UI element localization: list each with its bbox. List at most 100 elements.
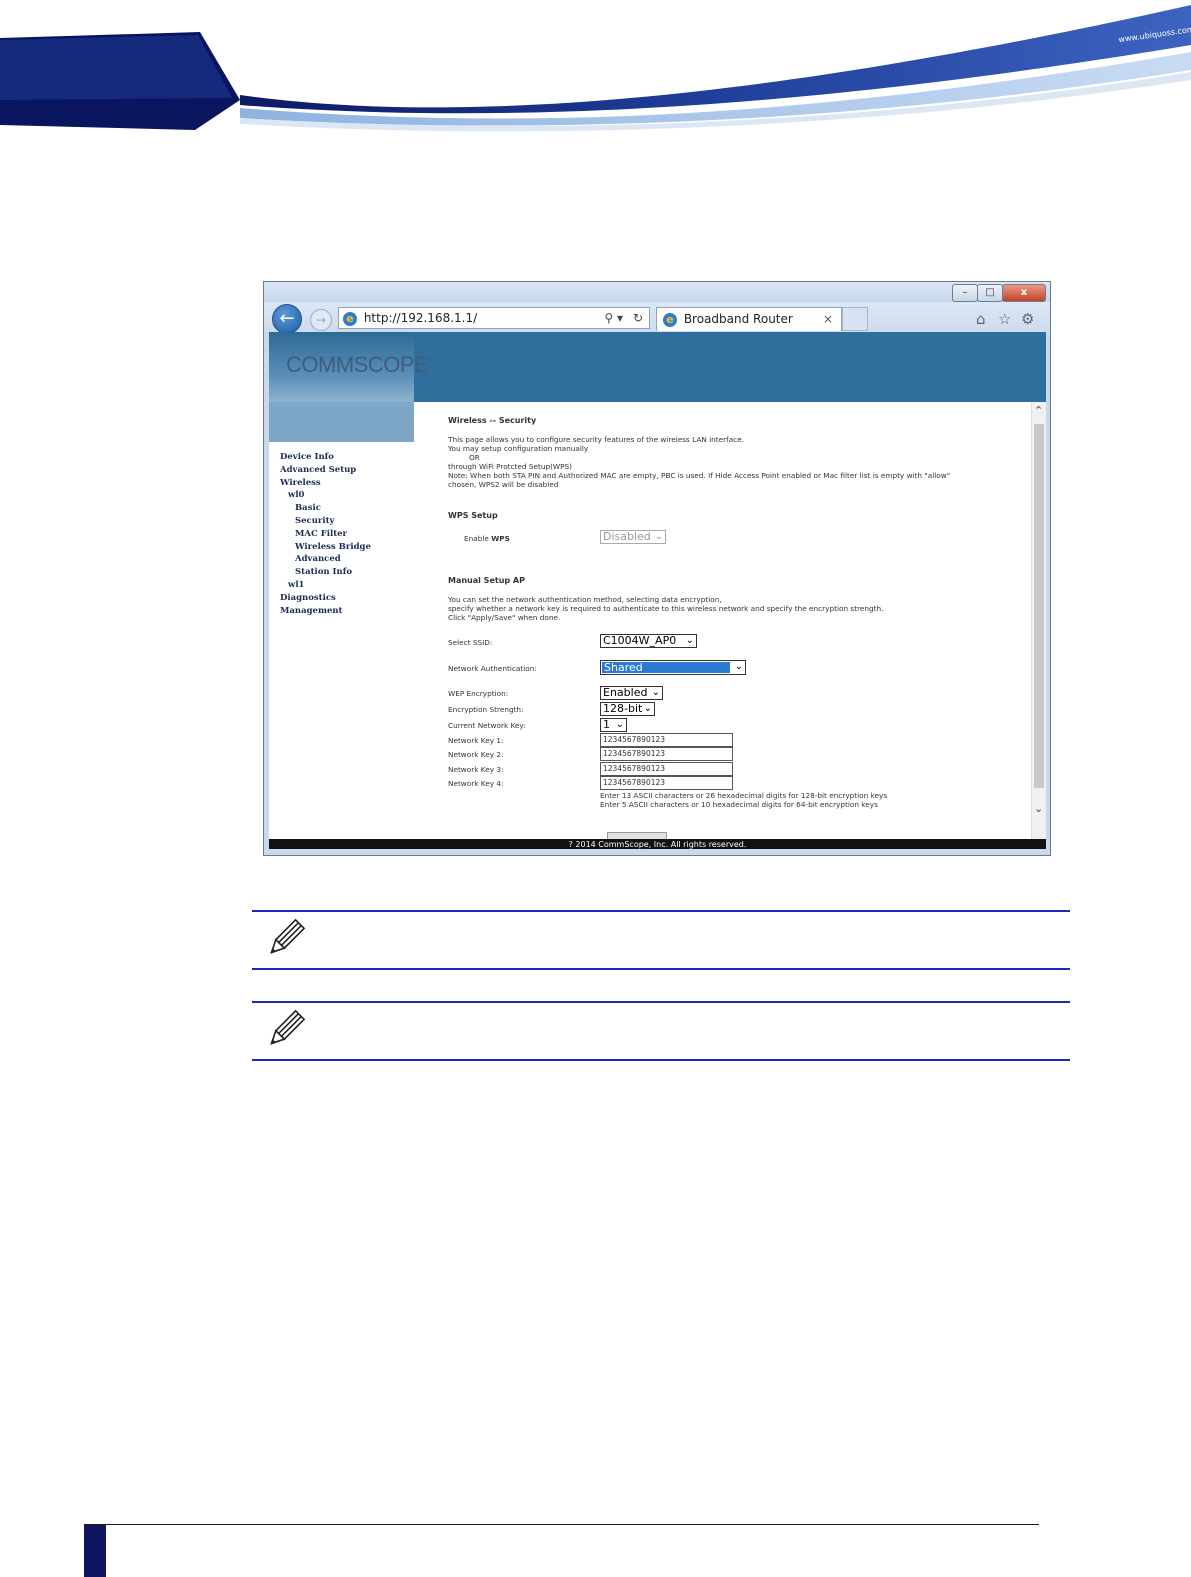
current-key-value: 1 [603, 718, 610, 731]
network-key-1-label: Network Key 1: [448, 736, 504, 745]
chevron-down-icon: ⌄ [734, 661, 743, 672]
chevron-down-icon: ⌄ [685, 635, 694, 646]
pencil-note-icon [270, 918, 306, 954]
network-key-3-input[interactable]: 1234567890123 [600, 762, 733, 776]
nav-wireless[interactable]: Wireless [280, 478, 321, 488]
banner-swoosh-graphic [0, 0, 1191, 132]
current-key-select[interactable]: 1 ⌄ [600, 718, 627, 732]
minimize-button[interactable]: – [952, 284, 978, 302]
refresh-icon[interactable]: ↻ [633, 308, 643, 328]
page-footer-tab [84, 1525, 106, 1577]
nav-diagnostics[interactable]: Diagnostics [280, 593, 336, 603]
note-box [252, 1001, 1070, 1061]
nav-wl1[interactable]: wl1 [288, 580, 304, 590]
network-key-2-input[interactable]: 1234567890123 [600, 747, 733, 761]
encryption-strength-label: Encryption Strength: [448, 705, 524, 714]
nav-device-info[interactable]: Device Info [280, 452, 334, 462]
intro-note: Note: When both STA PIN and Authorized M… [448, 471, 951, 480]
current-key-label: Current Network Key: [448, 721, 526, 730]
logo-superscript: ® [428, 358, 433, 366]
nav-wireless-bridge[interactable]: Wireless Bridge [295, 542, 371, 552]
wps-enable-select[interactable]: Disabled ⌄ [600, 530, 666, 544]
new-tab-button[interactable] [842, 307, 868, 331]
nav-wl0[interactable]: wl0 [288, 490, 304, 500]
ssid-select[interactable]: C1004W_AP0 ⌄ [600, 634, 697, 648]
header-banner: www.ubiquoss.com [0, 0, 1191, 140]
address-bar[interactable]: e http://192.168.1.1/ ⚲ ▾ ↻ [338, 307, 650, 329]
wep-encryption-value: Enabled [603, 686, 648, 699]
network-key-1-input[interactable]: 1234567890123 [600, 733, 733, 747]
network-key-4-input[interactable]: 1234567890123 [600, 776, 733, 790]
page-viewport: COMMSCOPE® Device Info Advanced Setup Wi… [269, 332, 1046, 849]
network-auth-label: Network Authentication: [448, 664, 537, 673]
nav-advanced-setup[interactable]: Advanced Setup [280, 465, 356, 475]
network-key-3-label: Network Key 3: [448, 765, 504, 774]
browser-navbar: ← → e http://192.168.1.1/ ⚲ ▾ ↻ e Broadb… [264, 302, 1050, 334]
enable-wps-label-bold: WPS [491, 534, 510, 543]
tab-close-icon[interactable]: × [823, 308, 833, 330]
search-dropdown-icon[interactable]: ⚲ ▾ [604, 308, 623, 328]
wps-enable-value: Disabled [603, 530, 651, 543]
scrollbar-thumb[interactable] [1034, 424, 1044, 788]
tab-ie-icon: e [663, 312, 677, 327]
forward-arrow-icon[interactable]: → [310, 309, 332, 331]
maximize-button[interactable]: □ [977, 284, 1003, 302]
enable-wps-label-text: Enable [464, 534, 492, 543]
address-url: http://192.168.1.1/ [363, 311, 478, 325]
nav-mac-filter[interactable]: MAC Filter [295, 529, 347, 539]
manual-desc-line: Click "Apply/Save" when done. [448, 613, 561, 622]
key-hint-128: Enter 13 ASCII characters or 26 hexadeci… [600, 791, 888, 800]
encryption-strength-value: 128-bit [603, 702, 643, 715]
network-auth-select[interactable]: Shared ⌄ [600, 660, 746, 675]
intro-line: You may setup configuration manually [448, 444, 589, 453]
key-hint-64: Enter 5 ASCII characters or 10 hexadecim… [600, 800, 878, 809]
wep-encryption-label: WEP Encryption: [448, 689, 509, 698]
network-auth-value: Shared [602, 662, 730, 673]
manual-setup-heading: Manual Setup AP [448, 576, 525, 585]
intro-note: chosen, WPS2 will be disabled [448, 480, 559, 489]
scroll-up-icon[interactable]: ⌃ [1034, 404, 1043, 417]
select-ssid-label: Select SSID: [448, 638, 493, 647]
wps-setup-heading: WPS Setup [448, 511, 498, 520]
nav-security[interactable]: Security [295, 516, 334, 526]
nav-station-info[interactable]: Station Info [295, 567, 352, 577]
window-close-button[interactable]: x [1002, 284, 1046, 302]
nav-management[interactable]: Management [280, 606, 342, 616]
note-box [252, 910, 1070, 970]
ie-logo-icon: e [343, 311, 357, 326]
wep-encryption-select[interactable]: Enabled ⌄ [600, 686, 663, 700]
browser-tab[interactable]: e Broadband Router × [656, 307, 842, 331]
page-title: Wireless -- Security [448, 416, 537, 425]
tab-title: Broadband Router [683, 312, 793, 326]
intro-line: OR [469, 453, 480, 462]
router-sidebar: Device Info Advanced Setup Wireless wl0 … [269, 442, 414, 839]
browser-window: – □ x ← → e http://192.168.1.1/ ⚲ ▾ ↻ e … [263, 281, 1051, 856]
nav-advanced[interactable]: Advanced [295, 554, 341, 564]
scroll-down-icon[interactable]: ⌄ [1034, 802, 1043, 815]
nav-basic[interactable]: Basic [295, 503, 321, 513]
manual-desc-line: specify whether a network key is require… [448, 604, 884, 613]
settings-gear-icon[interactable]: ⚙ [1021, 310, 1034, 328]
home-icon[interactable]: ⌂ [976, 310, 986, 328]
chevron-down-icon: ⌄ [651, 687, 660, 698]
back-arrow-icon[interactable]: ← [272, 304, 302, 334]
network-key-2-label: Network Key 2: [448, 750, 504, 759]
copyright-footer: ? 2014 CommScope, Inc. All rights reserv… [269, 839, 1046, 849]
encryption-strength-select[interactable]: 128-bit ⌄ [600, 702, 655, 716]
chevron-down-icon: ⌄ [654, 531, 663, 542]
intro-line: This page allows you to configure securi… [448, 435, 745, 444]
network-key-4-label: Network Key 4: [448, 779, 504, 788]
manual-desc-line: You can set the network authentication m… [448, 595, 722, 604]
logo-text: COMMSCOPE [286, 352, 429, 377]
ssid-value: C1004W_AP0 [603, 634, 677, 647]
vertical-scrollbar[interactable]: ⌃ ⌄ [1031, 402, 1046, 839]
router-content: Wireless -- Security This page allows yo… [414, 402, 1031, 839]
favorites-star-icon[interactable]: ☆ [998, 310, 1011, 328]
chevron-down-icon: ⌄ [642, 703, 652, 715]
sidebar-decor [269, 402, 414, 442]
chevron-down-icon: ⌄ [615, 719, 624, 730]
intro-line: through WiFi Protcted Setup(WPS) [448, 462, 573, 471]
enable-wps-label: Enable WPS [464, 534, 510, 543]
pencil-note-icon [270, 1009, 306, 1045]
page-footer-rule [84, 1524, 1039, 1525]
